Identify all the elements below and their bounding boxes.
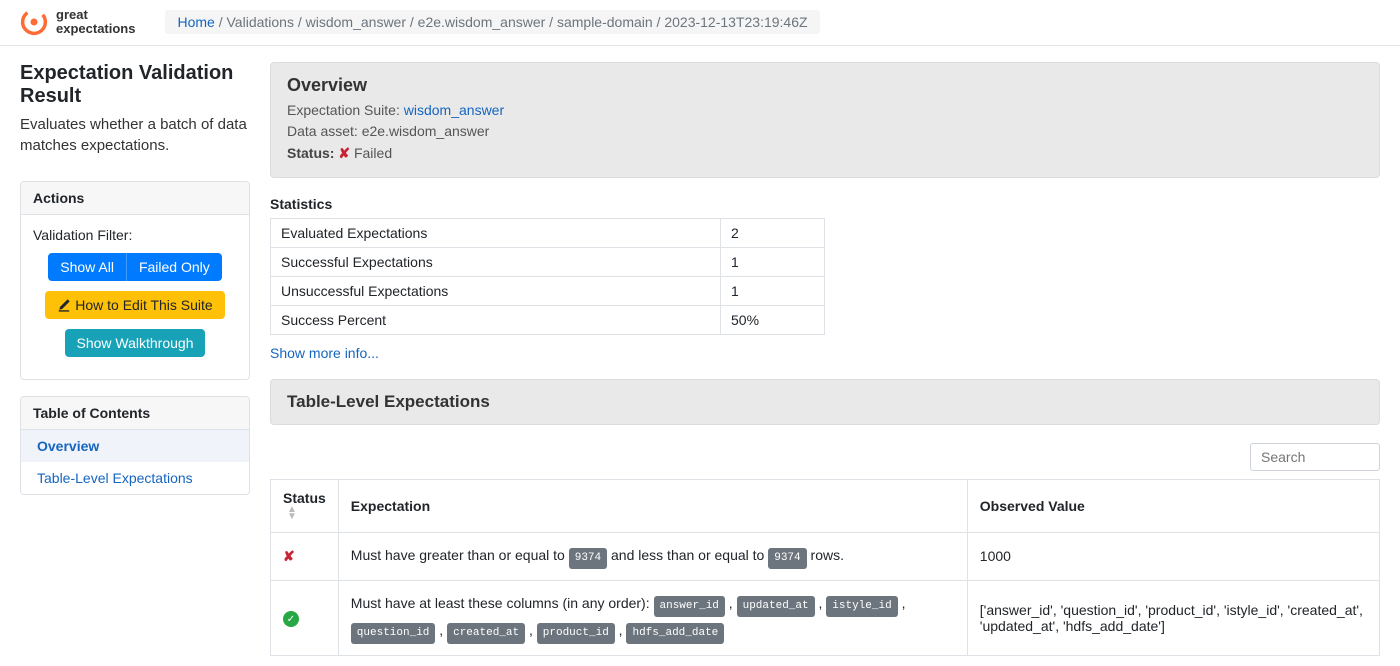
- overview-status: Status: ✘ Failed: [287, 143, 1363, 165]
- breadcrumb-home[interactable]: Home: [177, 14, 214, 30]
- col-status[interactable]: Status▲▼: [271, 479, 339, 532]
- value-badge: updated_at: [737, 596, 815, 617]
- stats-row: Success Percent50%: [271, 305, 825, 334]
- logo[interactable]: greatexpectations: [20, 8, 135, 37]
- status-cell: ✘: [271, 532, 339, 580]
- how-to-edit-button[interactable]: How to Edit This Suite: [45, 291, 224, 319]
- value-badge: question_id: [351, 623, 436, 644]
- overview-suite: Expectation Suite: wisdom_answer: [287, 100, 1363, 122]
- overview-box: Overview Expectation Suite: wisdom_answe…: [270, 62, 1380, 178]
- show-all-button[interactable]: Show All: [48, 253, 126, 281]
- toc-item: Table-Level Expectations: [21, 462, 249, 494]
- show-walkthrough-button[interactable]: Show Walkthrough: [65, 329, 206, 357]
- status-cell: ✓: [271, 580, 339, 656]
- stats-value: 50%: [721, 305, 825, 334]
- ge-logo-icon: [20, 8, 48, 36]
- toc-header: Table of Contents: [21, 397, 249, 430]
- col-expectation[interactable]: Expectation: [338, 479, 967, 532]
- expectation-cell: Must have greater than or equal to 9374 …: [338, 532, 967, 580]
- top-bar: greatexpectations Home / Validations / w…: [0, 0, 1400, 46]
- actions-header: Actions: [21, 182, 249, 215]
- sidebar: Expectation Validation Result Evaluates …: [20, 62, 250, 657]
- breadcrumb-trail: / Validations / wisdom_answer / e2e.wisd…: [215, 14, 808, 30]
- failed-only-button[interactable]: Failed Only: [126, 253, 222, 281]
- sort-icon: ▲▼: [287, 506, 297, 520]
- observed-cell: ['answer_id', 'question_id', 'product_id…: [967, 580, 1379, 656]
- statistics-table: Evaluated Expectations2Successful Expect…: [270, 218, 825, 335]
- value-badge: 9374: [768, 548, 806, 569]
- stats-value: 2: [721, 218, 825, 247]
- stats-row: Evaluated Expectations2: [271, 218, 825, 247]
- x-icon: ✘: [283, 548, 295, 564]
- value-badge: product_id: [537, 623, 615, 644]
- page-description: Evaluates whether a batch of data matche…: [20, 114, 250, 158]
- show-more-info-link[interactable]: Show more info...: [270, 345, 379, 361]
- page-title: Expectation Validation Result: [20, 62, 250, 108]
- stats-label: Unsuccessful Expectations: [271, 276, 721, 305]
- col-observed[interactable]: Observed Value: [967, 479, 1379, 532]
- edit-icon: [57, 298, 71, 312]
- tle-header: Table-Level Expectations: [270, 379, 1380, 425]
- toc-item: Overview: [21, 430, 249, 462]
- suite-link[interactable]: wisdom_answer: [404, 102, 504, 118]
- overview-title: Overview: [287, 75, 1363, 96]
- statistics-section: Statistics Evaluated Expectations2Succes…: [270, 196, 1380, 361]
- value-badge: hdfs_add_date: [626, 623, 724, 644]
- actions-panel: Actions Validation Filter: Show All Fail…: [20, 181, 250, 380]
- logo-text: greatexpectations: [56, 8, 135, 37]
- value-badge: 9374: [569, 548, 607, 569]
- search-input[interactable]: [1250, 443, 1380, 471]
- value-badge: created_at: [447, 623, 525, 644]
- filter-label: Validation Filter:: [33, 227, 237, 243]
- toc-list: OverviewTable-Level Expectations: [21, 430, 249, 494]
- stats-row: Unsuccessful Expectations1: [271, 276, 825, 305]
- check-circle-icon: ✓: [283, 611, 299, 627]
- value-badge: istyle_id: [826, 596, 897, 617]
- expectations-table: Status▲▼ Expectation Observed Value ✘ Mus…: [270, 479, 1380, 657]
- stats-value: 1: [721, 247, 825, 276]
- toc-panel: Table of Contents OverviewTable-Level Ex…: [20, 396, 250, 495]
- observed-cell: 1000: [967, 532, 1379, 580]
- expectation-cell: Must have at least these columns (in any…: [338, 580, 967, 656]
- toc-link[interactable]: Overview: [21, 430, 249, 462]
- toc-link[interactable]: Table-Level Expectations: [21, 462, 249, 494]
- stats-label: Evaluated Expectations: [271, 218, 721, 247]
- main-content: Overview Expectation Suite: wisdom_answe…: [270, 62, 1380, 657]
- stats-value: 1: [721, 276, 825, 305]
- breadcrumb: Home / Validations / wisdom_answer / e2e…: [165, 10, 819, 34]
- table-row: ✘ Must have greater than or equal to 9374…: [271, 532, 1380, 580]
- value-badge: answer_id: [654, 596, 725, 617]
- stats-label: Success Percent: [271, 305, 721, 334]
- overview-asset: Data asset: e2e.wisdom_answer: [287, 121, 1363, 143]
- table-row: ✓ Must have at least these columns (in an…: [271, 580, 1380, 656]
- stats-label: Successful Expectations: [271, 247, 721, 276]
- statistics-title: Statistics: [270, 196, 1380, 212]
- stats-row: Successful Expectations1: [271, 247, 825, 276]
- status-fail-icon: ✘: [338, 145, 350, 161]
